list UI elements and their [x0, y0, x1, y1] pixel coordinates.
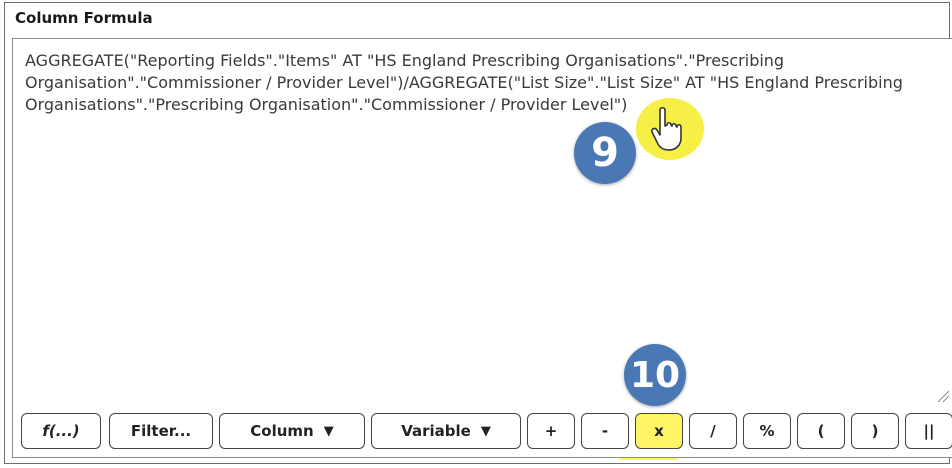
- close-paren-button[interactable]: ): [851, 413, 899, 449]
- formula-editor[interactable]: AGGREGATE("Reporting Fields"."Items" AT …: [12, 38, 952, 458]
- multiply-button[interactable]: x: [635, 413, 683, 449]
- multiply-button-label: x: [654, 422, 664, 440]
- variable-button-label: Variable: [401, 422, 471, 440]
- chevron-down-icon: ▼: [480, 423, 491, 439]
- divide-button-label: /: [710, 422, 716, 440]
- percent-button-label: %: [759, 422, 775, 440]
- open-paren-button[interactable]: (: [797, 413, 845, 449]
- hand-pointer-icon: [651, 106, 682, 151]
- close-paren-button-label: ): [871, 422, 879, 440]
- step-10-label: 10: [629, 354, 681, 396]
- function-button-label: f(...): [42, 422, 80, 440]
- panel-title: Column Formula: [15, 9, 153, 27]
- variable-dropdown-button[interactable]: Variable ▼: [371, 413, 521, 449]
- plus-button-label: +: [544, 422, 558, 440]
- minus-button[interactable]: -: [581, 413, 629, 449]
- formula-text[interactable]: AGGREGATE("Reporting Fields"."Items" AT …: [25, 50, 935, 116]
- resize-grip-icon[interactable]: [936, 389, 950, 403]
- step-9-label: 9: [591, 130, 619, 176]
- plus-button[interactable]: +: [527, 413, 575, 449]
- open-paren-button-label: (: [817, 422, 825, 440]
- concatenate-button[interactable]: ||: [905, 413, 952, 449]
- divide-button[interactable]: /: [689, 413, 737, 449]
- function-button[interactable]: f(...): [21, 413, 101, 449]
- column-dropdown-button[interactable]: Column ▼: [219, 413, 365, 449]
- chevron-down-icon: ▼: [323, 423, 334, 439]
- column-button-label: Column: [250, 422, 314, 440]
- minus-button-label: -: [601, 422, 609, 440]
- formula-toolbar: f(...) Filter... Column ▼ Variable ▼ + -…: [21, 411, 952, 451]
- concatenate-button-label: ||: [923, 422, 935, 440]
- percent-button[interactable]: %: [743, 413, 791, 449]
- step-9-badge: 9: [574, 122, 636, 184]
- filter-button[interactable]: Filter...: [109, 413, 213, 449]
- step-10-badge: 10: [624, 344, 686, 406]
- filter-button-label: Filter...: [130, 422, 192, 440]
